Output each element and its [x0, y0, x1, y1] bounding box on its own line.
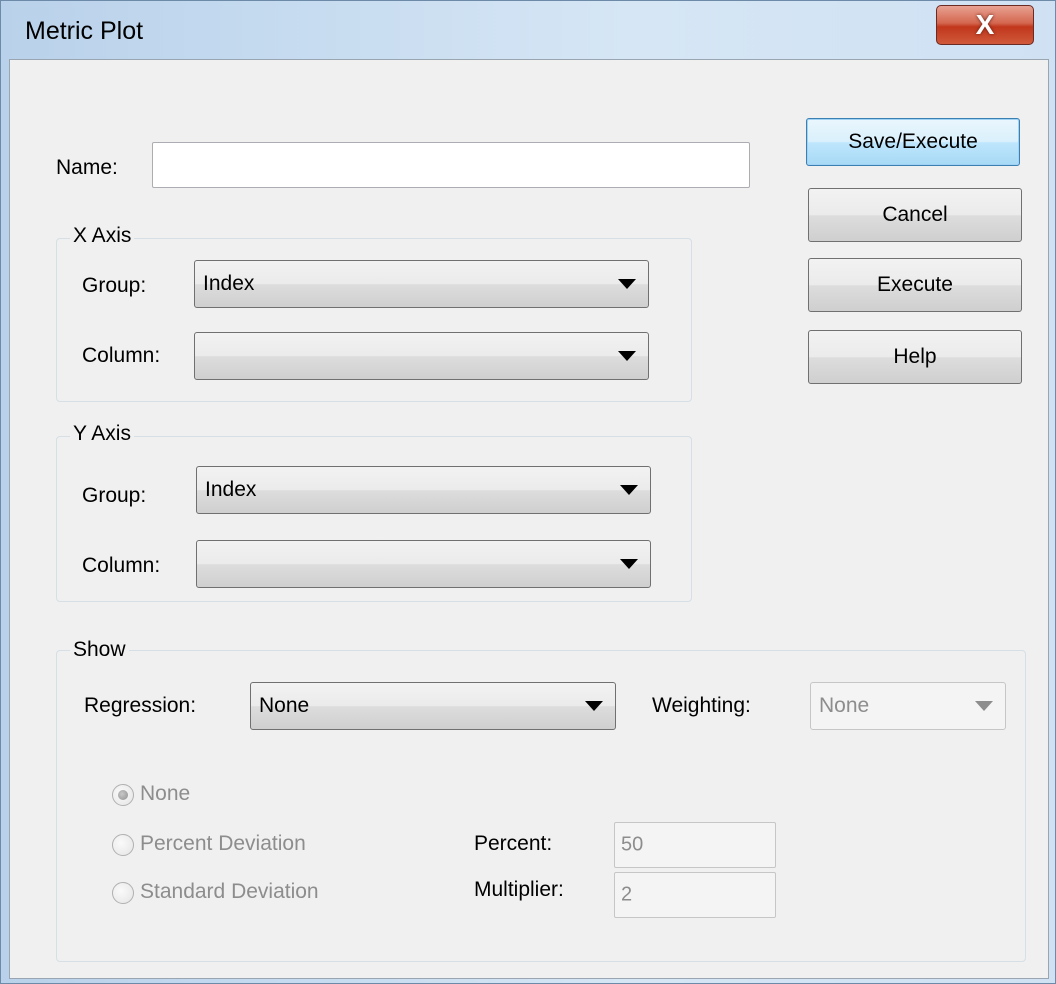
x-axis-group-value: Index [203, 272, 255, 295]
radio-none[interactable] [112, 784, 134, 806]
x-axis-group-label: Group: [82, 274, 147, 297]
x-axis-column-label: Column: [82, 344, 161, 367]
radio-standard-deviation-label[interactable]: Standard Deviation [140, 880, 319, 904]
help-label: Help [893, 345, 937, 368]
percent-value: 50 [621, 833, 644, 856]
dropdown-arrow-icon [618, 279, 636, 289]
dropdown-arrow-icon [975, 701, 993, 711]
y-axis-column-label: Column: [82, 554, 161, 577]
y-axis-legend: Y Axis [70, 422, 134, 446]
multiplier-label: Multiplier: [474, 878, 564, 901]
radio-none-label[interactable]: None [140, 782, 190, 806]
regression-label: Regression: [84, 694, 197, 717]
show-legend: Show [70, 638, 129, 662]
y-axis-group-dropdown[interactable]: Index [196, 466, 651, 514]
x-axis-legend: X Axis [70, 224, 135, 248]
save-execute-label: Save/Execute [848, 130, 978, 153]
close-button[interactable]: X [936, 5, 1034, 45]
y-axis-group-label: Group: [82, 484, 147, 507]
execute-button[interactable]: Execute [808, 258, 1022, 312]
metric-plot-dialog: Metric Plot X Name: X Axis Group: Index … [0, 0, 1056, 984]
name-input[interactable] [152, 142, 750, 188]
multiplier-input[interactable]: 2 [614, 872, 776, 918]
cancel-button[interactable]: Cancel [808, 188, 1022, 242]
dropdown-arrow-icon [618, 351, 636, 361]
dialog-client-area: Name: X Axis Group: Index Column: Y Axis… [9, 59, 1049, 979]
regression-dropdown[interactable]: None [250, 682, 616, 730]
window-title: Metric Plot [25, 17, 144, 45]
regression-value: None [259, 694, 310, 717]
save-execute-button[interactable]: Save/Execute [806, 118, 1020, 166]
weighting-dropdown[interactable]: None [810, 682, 1006, 730]
percent-input[interactable]: 50 [614, 822, 776, 868]
multiplier-value: 2 [621, 883, 633, 906]
execute-label: Execute [877, 273, 953, 296]
weighting-label: Weighting: [652, 694, 751, 717]
y-axis-column-dropdown[interactable] [196, 540, 651, 588]
title-bar[interactable]: Metric Plot X [1, 1, 1056, 59]
percent-label: Percent: [474, 832, 553, 855]
radio-percent-deviation[interactable] [112, 834, 134, 856]
x-axis-column-dropdown[interactable] [194, 332, 649, 380]
y-axis-group-value: Index [205, 478, 257, 501]
cancel-label: Cancel [882, 203, 948, 226]
weighting-value: None [819, 694, 870, 717]
radio-standard-deviation[interactable] [112, 882, 134, 904]
dropdown-arrow-icon [620, 559, 638, 569]
help-button[interactable]: Help [808, 330, 1022, 384]
dropdown-arrow-icon [585, 701, 603, 711]
radio-percent-deviation-label[interactable]: Percent Deviation [140, 832, 306, 856]
name-label: Name: [56, 156, 118, 179]
x-axis-group-dropdown[interactable]: Index [194, 260, 649, 308]
dropdown-arrow-icon [620, 485, 638, 495]
